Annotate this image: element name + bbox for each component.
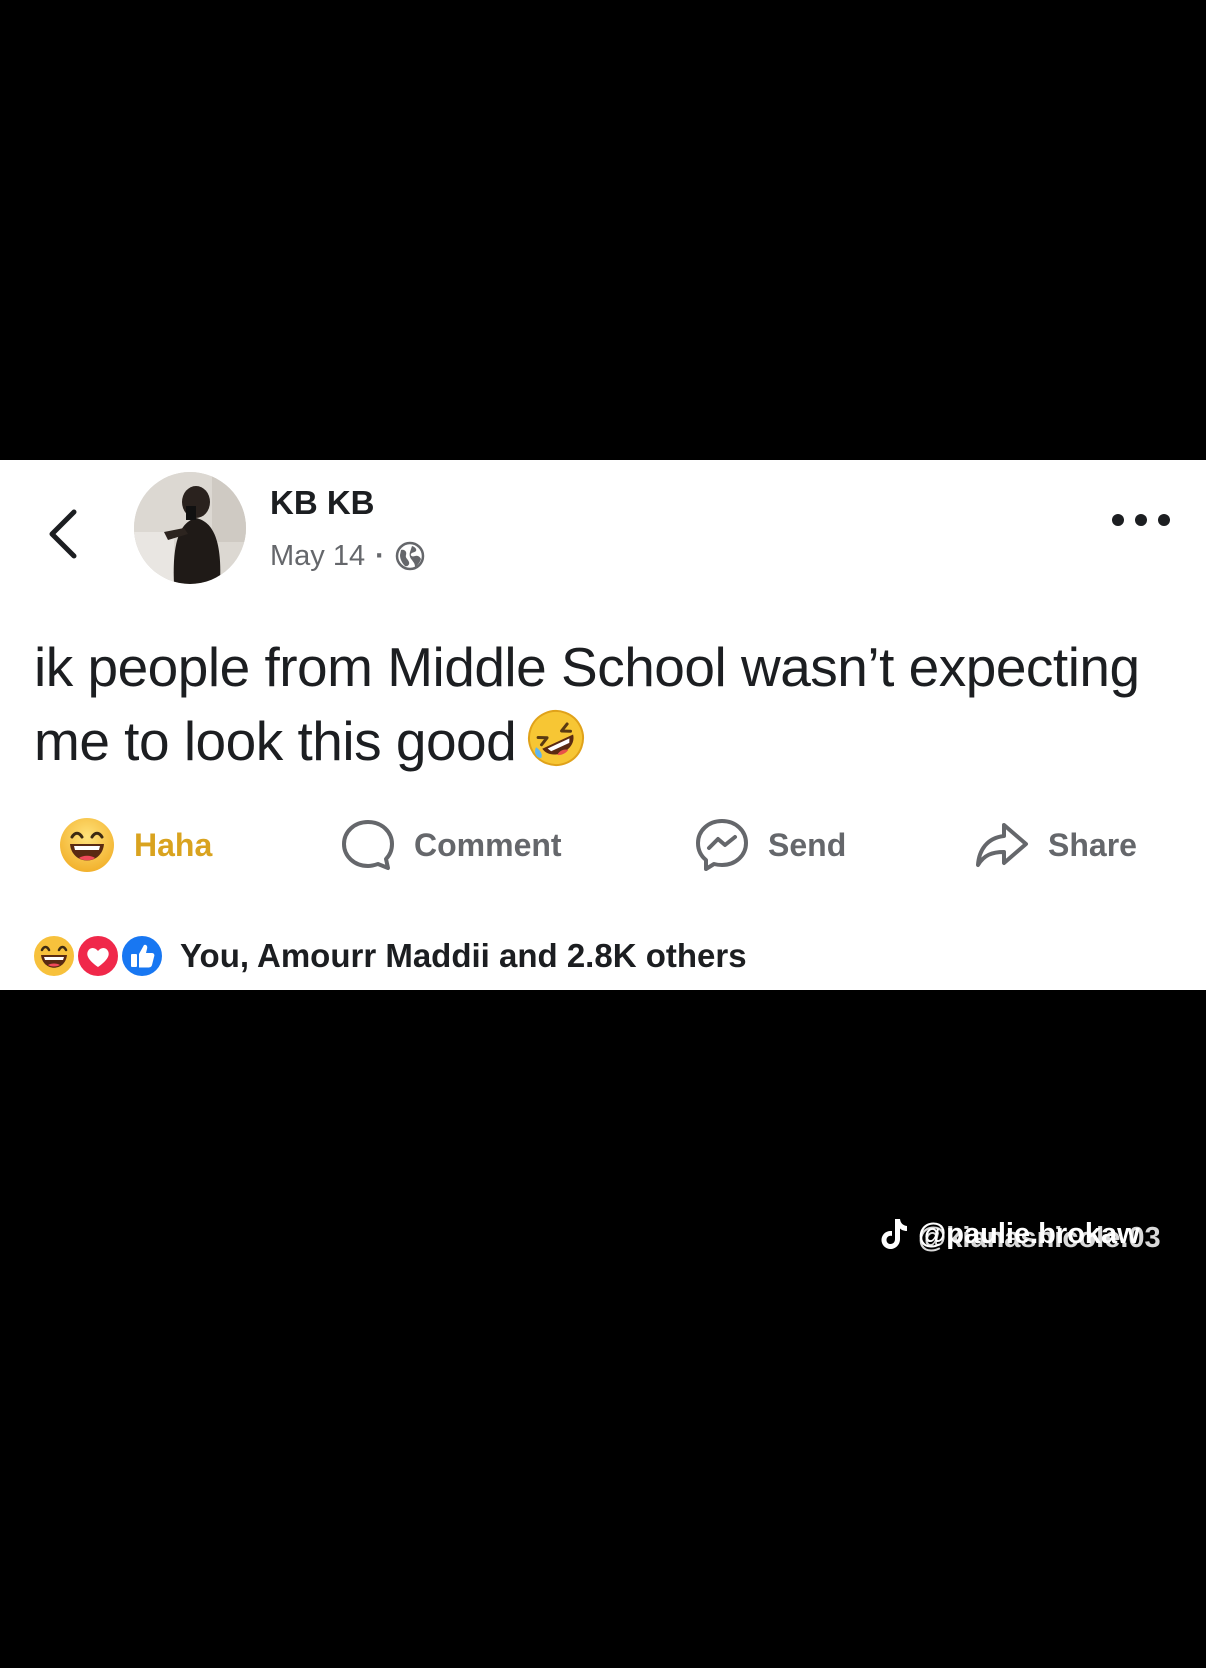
- share-arrow-icon: [976, 823, 1028, 867]
- post-text: ik people from Middle School wasn’t expe…: [34, 636, 1140, 772]
- avatar[interactable]: [134, 472, 246, 584]
- haha-reaction-button[interactable]: Haha: [58, 808, 212, 882]
- more-icon: [1112, 514, 1170, 526]
- reactions-summary[interactable]: You, Amourr Maddii and 2.8K others: [32, 932, 747, 980]
- reactions-text[interactable]: You, Amourr Maddii and 2.8K others: [180, 937, 747, 975]
- tiktok-logo-icon: [881, 1219, 907, 1249]
- meta-separator: ·: [375, 539, 385, 572]
- haha-label: Haha: [134, 826, 213, 863]
- screen-frame: KB KB May 14 · ik people from Middle Sch…: [0, 0, 1206, 1668]
- globe-icon: [395, 541, 425, 571]
- back-button[interactable]: [40, 498, 90, 568]
- comment-label: Comment: [414, 826, 562, 863]
- love-reaction-icon: [76, 934, 120, 978]
- tiktok-watermark: @paulie.brokaw @kianasnicole.03: [880, 1212, 1168, 1256]
- avatar-photo: [134, 472, 246, 584]
- messenger-icon: [696, 819, 748, 871]
- post-card: KB KB May 14 · ik people from Middle Sch…: [0, 460, 1206, 990]
- watermark-handle-2: @kianasnicole.03: [918, 1222, 1161, 1254]
- haha-reaction-icon: [60, 818, 114, 872]
- watermark-handles: @paulie.brokaw @kianasnicole.03: [918, 1212, 1168, 1256]
- post-body: ik people from Middle School wasn’t expe…: [34, 630, 1174, 778]
- chevron-left-icon: [49, 509, 77, 559]
- comment-icon: [342, 820, 394, 870]
- post-meta: May 14 ·: [270, 536, 425, 576]
- reaction-icons: [32, 932, 168, 980]
- send-button[interactable]: Send: [694, 808, 846, 882]
- rolling-on-the-floor-laughing-emoji: [528, 710, 585, 766]
- haha-reaction-icon: [32, 934, 76, 978]
- more-options-button[interactable]: [1106, 502, 1176, 538]
- share-button[interactable]: Share: [974, 808, 1137, 882]
- post-date[interactable]: May 14: [270, 540, 365, 573]
- action-bar: Haha Comment Send Share: [0, 808, 1206, 882]
- like-reaction-icon: [120, 934, 164, 978]
- comment-button[interactable]: Comment: [340, 808, 562, 882]
- author-name[interactable]: KB KB: [270, 484, 375, 522]
- share-label: Share: [1048, 826, 1137, 863]
- send-label: Send: [768, 826, 847, 863]
